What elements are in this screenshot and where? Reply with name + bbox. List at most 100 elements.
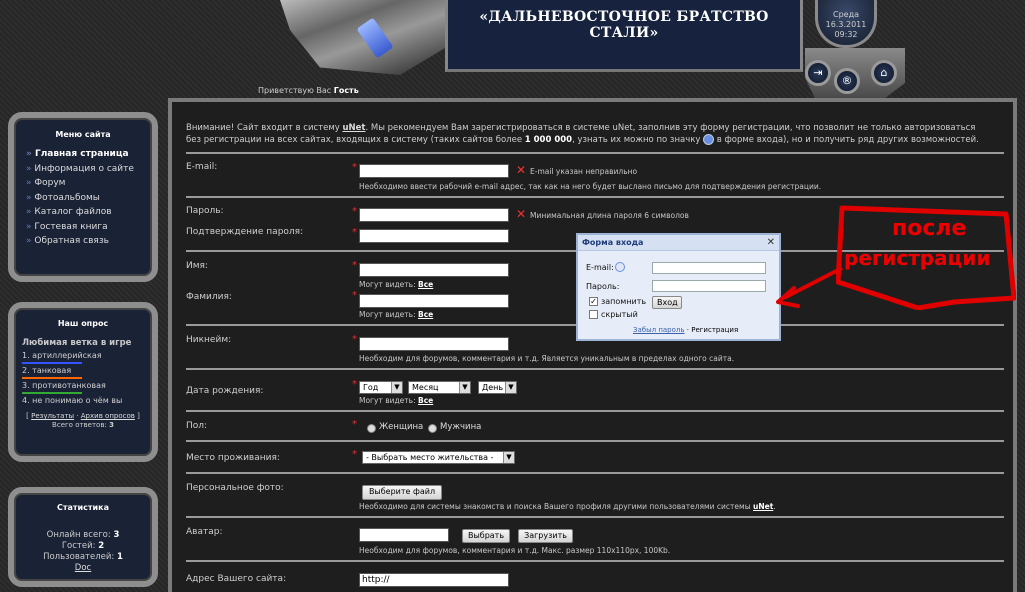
unet-link[interactable]: uNet (753, 502, 773, 511)
stats-title: Статистика (57, 503, 109, 512)
poll-option[interactable]: 4. не понимаю о чём вы (14, 396, 152, 406)
birth-year-select[interactable]: Год ▼ (359, 381, 403, 394)
menu-item-photos[interactable]: Фотоальбомы (14, 191, 152, 206)
confirm-password-input[interactable] (359, 229, 509, 243)
confirm-password-label: Подтверждение пароля: (186, 227, 304, 237)
notice-text: в форме входа), но и получить ряд других… (714, 135, 979, 145)
first-name-label: Имя: (186, 261, 208, 271)
poll-total-value: 3 (109, 421, 114, 429)
surname-input[interactable] (359, 294, 509, 308)
password-label: Пароль: (186, 206, 224, 216)
poll-option[interactable]: 3. противотанковая (14, 381, 152, 391)
clock-date: 16.3.2011 (825, 20, 867, 29)
poll-option[interactable]: 2. танковая (14, 366, 152, 376)
required-marker: * (352, 449, 357, 460)
stat-user-link-row: Doc (14, 563, 152, 574)
login-popup: Форма входа ✕ E-mail: Пароль: ✓ запомнит… (576, 233, 781, 341)
choose-photo-button[interactable]: Выберите файл (362, 485, 442, 500)
avatar-upload-button[interactable]: Загрузить (518, 529, 573, 543)
photo-hint: Необходимо для системы знакомств и поиск… (359, 502, 776, 511)
poll-results-link[interactable]: Результаты (31, 412, 74, 420)
gender-male-radio[interactable] (428, 424, 437, 433)
remember-checkbox[interactable]: ✓ (589, 297, 598, 306)
poll-option[interactable]: 1. артиллерийская (14, 351, 152, 361)
menu-item-feedback[interactable]: Обратная связь (14, 234, 152, 249)
login-password-label: Пароль: (586, 282, 620, 291)
login-email-input[interactable] (652, 262, 766, 274)
annotation-arrow (776, 266, 843, 308)
login-email-label: E-mail: (586, 263, 614, 272)
notice-text: , узнать их можно по значку (572, 135, 704, 145)
residence-select[interactable]: - Выбрать место жительства - ▼ (362, 451, 515, 464)
menu-item-about[interactable]: Информация о сайте (14, 162, 152, 177)
login-password-input[interactable] (652, 280, 766, 292)
title-bar: «ДАЛЬНЕВОСТОЧНОЕ БРАТСТВО СТАЛИ» (445, 0, 803, 72)
stat-guests-value: 2 (98, 541, 105, 551)
poll-links: [ Результаты · Архив опросов ] (26, 412, 140, 420)
separator (186, 472, 1004, 474)
greeting: Приветствую Вас Гость (258, 86, 359, 95)
error-icon: ✕ (516, 207, 527, 221)
password-input[interactable] (359, 208, 509, 222)
close-icon[interactable]: ✕ (767, 237, 775, 248)
visibility-value[interactable]: Все (418, 280, 433, 289)
poll-bar (22, 362, 82, 364)
annotation-line1: после (892, 216, 967, 241)
residence-value: - Выбрать место жительства - (366, 453, 494, 462)
avatar-choose-button[interactable]: Выбрать (462, 529, 510, 543)
visibility-value[interactable]: Все (418, 310, 433, 319)
separator (186, 410, 1004, 412)
poll-bar (22, 377, 82, 379)
poll-total: Всего ответов: 3 (14, 421, 152, 429)
clock-day: Среда (832, 10, 860, 19)
menu-title: Меню сайта (55, 130, 111, 139)
register-link[interactable]: Регистрация (691, 326, 738, 334)
greeting-name: Гость (333, 86, 359, 95)
clock-time: 09:32 (834, 30, 858, 39)
stat-online-value: 3 (113, 530, 120, 540)
email-input[interactable] (359, 164, 509, 178)
visibility-prefix: Могут видеть: (359, 396, 416, 405)
login-submit-button[interactable]: Вход (652, 296, 682, 309)
visibility-value[interactable]: Все (418, 396, 433, 405)
login-icon[interactable]: ⇥ (805, 60, 831, 86)
poll-total-label: Всего ответов: (52, 421, 107, 429)
photo-label: Персональное фото: (186, 483, 284, 493)
remember-label: запомнить (601, 297, 647, 306)
forgot-password-link[interactable]: Забыл пароль (633, 326, 685, 334)
chevron-down-icon: ▼ (459, 382, 470, 393)
site-menu-block: Меню сайта Главная страница Информация о… (8, 112, 158, 282)
nickname-hint: Необходим для форумов, комментария и т.д… (359, 354, 735, 363)
visibility-prefix: Могут видеть: (359, 280, 416, 289)
avatar-file-input[interactable] (359, 528, 449, 542)
home-icon[interactable]: ⌂ (871, 60, 897, 86)
hidden-checkbox[interactable] (589, 310, 598, 319)
website-input[interactable]: http:// (359, 573, 509, 587)
birth-month-select[interactable]: Месяц ▼ (408, 381, 471, 394)
birth-day-select[interactable]: День ▼ (478, 381, 517, 394)
unet-badge-icon (703, 134, 715, 145)
menu-item-guestbook[interactable]: Гостевая книга (14, 220, 152, 235)
online-user-link[interactable]: Doc (75, 563, 91, 573)
stat-users: Пользователей: 1 (14, 552, 152, 563)
nickname-label: Никнейм: (186, 335, 232, 345)
annotation-line2: регистрации (844, 246, 991, 270)
register-icon[interactable]: ® (834, 68, 860, 94)
required-marker: * (352, 227, 357, 238)
menu-item-home[interactable]: Главная страница (14, 147, 152, 162)
email-hint: Необходимо ввести рабочий e-mail адрес, … (359, 182, 822, 191)
link-separator: · (686, 326, 689, 334)
unet-link[interactable]: uNet (342, 123, 365, 133)
poll-title: Наш опрос (57, 319, 109, 328)
nickname-input[interactable] (359, 337, 509, 351)
error-icon: ✕ (516, 163, 527, 177)
email-error: E-mail указан неправильно (530, 167, 638, 176)
gender-female-radio[interactable] (367, 424, 376, 433)
menu-item-forum[interactable]: Форум (14, 176, 152, 191)
poll-archive-link[interactable]: Архив опросов (81, 412, 135, 420)
first-name-input[interactable] (359, 263, 509, 277)
visibility-hint: Могут видеть: Все (359, 396, 433, 405)
login-popup-title: Форма входа (578, 235, 779, 251)
separator (186, 368, 1004, 370)
menu-item-files[interactable]: Каталог файлов (14, 205, 152, 220)
